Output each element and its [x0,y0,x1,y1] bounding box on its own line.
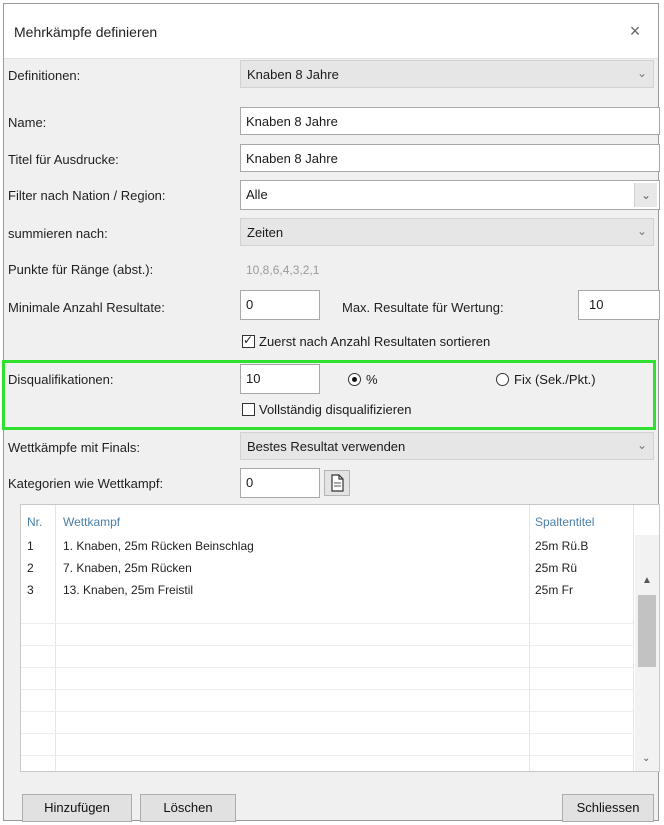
punkte-value: 10,8,6,4,3,2,1 [246,263,320,277]
scroll-down-icon[interactable]: ⌄ [642,753,650,764]
definitionen-label: Definitionen: [8,68,81,83]
wettkaempfe-finals-value: Bestes Resultat verwenden [247,439,406,454]
definitionen-dropdown[interactable]: Knaben 8 Jahre ⌄ [240,60,654,88]
filter-value: Alle [246,187,268,202]
vertical-scrollbar[interactable]: ▲ ⌄ [635,535,659,771]
column-divider [633,505,634,771]
title-bar: Mehrkämpfe definieren × [4,4,658,59]
row-divider [21,755,633,756]
summieren-label: summieren nach: [8,226,108,241]
row-nr: 1 [27,539,34,553]
max-resultate-label: Max. Resultate für Wertung: [342,300,504,315]
header-spaltentitel: Spaltentitel [535,515,595,529]
row-nr: 2 [27,561,34,575]
wettkaempfe-finals-dropdown[interactable]: Bestes Resultat verwenden ⌄ [240,432,654,460]
chevron-down-icon: ⌄ [636,438,647,452]
kategorien-value: 0 [246,475,254,490]
kategorien-label: Kategorien wie Wettkampf: [8,476,164,491]
wettkampf-table: Nr. Wettkampf Spaltentitel 1 1. Knaben, … [20,504,660,772]
header-nr: Nr. [27,515,43,529]
row-divider [21,667,633,668]
document-icon-button[interactable] [324,470,350,496]
row-wettkampf: 1. Knaben, 25m Rücken Beinschlag [63,539,254,553]
row-wettkampf: 13. Knaben, 25m Freistil [63,583,194,597]
max-resultate-input[interactable]: 10 [578,290,660,320]
radio-fix-label: Fix (Sek./Pkt.) [514,372,596,387]
table-row[interactable]: 3 13. Knaben, 25m Freistil 25m Fr [21,583,633,603]
row-spaltentitel: 25m Fr [535,583,574,597]
loeschen-button[interactable]: Löschen [140,794,236,822]
vollstaendig-checkbox[interactable]: Vollständig disqualifizieren [242,402,411,417]
checkbox-checked-icon [242,333,255,348]
radio-percent-label: % [366,372,378,387]
chevron-down-icon: ⌄ [636,66,647,80]
row-spaltentitel: 25m Rü.B [535,539,589,553]
radio-percent[interactable]: % [348,372,378,387]
wettkaempfe-finals-label: Wettkämpfe mit Finals: [8,440,140,455]
radio-selected-icon [348,373,361,386]
vollstaendig-label: Vollständig disqualifizieren [259,402,412,417]
row-divider [21,645,633,646]
row-divider [21,711,633,712]
document-icon [331,474,344,492]
summieren-value: Zeiten [247,225,284,240]
radio-unselected-icon [496,373,509,386]
min-resultate-input[interactable]: 0 [240,290,320,320]
table-row[interactable]: 2 7. Knaben, 25m Rücken 25m Rü [21,561,633,581]
disqualifikationen-value: 10 [246,371,261,386]
name-input[interactable]: Knaben 8 Jahre [240,107,660,135]
sortieren-checkbox[interactable]: Zuerst nach Anzahl Resultaten sortieren [242,333,491,349]
table-row[interactable]: 1 1. Knaben, 25m Rücken Beinschlag 25m R… [21,539,633,559]
row-divider [21,689,633,690]
titel-value: Knaben 8 Jahre [246,151,338,166]
sortieren-label: Zuerst nach Anzahl Resultaten sortieren [259,334,491,349]
schliessen-button[interactable]: Schliessen [562,794,654,822]
row-spaltentitel: 25m Rü [535,561,578,575]
header-wettkampf: Wettkampf [63,515,121,529]
name-label: Name: [8,115,47,130]
chevron-down-icon[interactable]: ⌄ [634,183,657,207]
radio-fix[interactable]: Fix (Sek./Pkt.) [496,372,596,387]
disqualifikationen-input[interactable]: 10 [240,364,320,394]
hinzufuegen-button[interactable]: Hinzufügen [22,794,132,822]
filter-label: Filter nach Nation / Region: [8,188,166,203]
name-value: Knaben 8 Jahre [246,114,338,129]
row-divider [21,623,633,624]
close-icon[interactable]: × [622,18,648,44]
titel-input[interactable]: Knaben 8 Jahre [240,144,660,172]
scroll-up-icon[interactable]: ▲ [642,575,652,586]
min-resultate-label: Minimale Anzahl Resultate: [8,300,165,315]
min-resultate-value: 0 [246,297,254,312]
disqualifikationen-highlight [2,360,656,430]
chevron-down-icon: ⌄ [636,224,647,238]
max-resultate-value: 10 [589,297,604,312]
kategorien-input[interactable]: 0 [240,468,320,498]
summieren-dropdown[interactable]: Zeiten ⌄ [240,218,654,246]
row-nr: 3 [27,583,34,597]
filter-dropdown[interactable]: Alle ⌄ [240,180,660,210]
titel-label: Titel für Ausdrucke: [8,152,119,167]
definitionen-value: Knaben 8 Jahre [247,67,339,82]
checkbox-unchecked-icon [242,403,255,416]
window-title: Mehrkämpfe definieren [14,24,158,40]
row-wettkampf: 7. Knaben, 25m Rücken [63,561,192,575]
scrollbar-thumb[interactable] [638,595,656,667]
punkte-label: Punkte für Ränge (abst.): [8,262,154,277]
row-divider [21,733,633,734]
disqualifikationen-label: Disqualifikationen: [8,372,114,387]
